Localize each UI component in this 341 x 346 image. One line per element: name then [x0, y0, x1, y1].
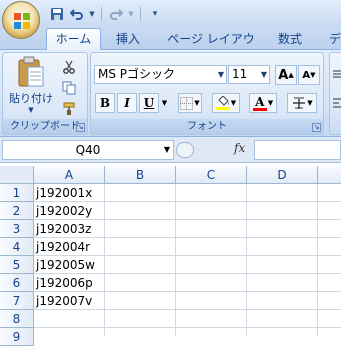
- font-group-label: フォント: [91, 119, 323, 134]
- bold-button[interactable]: B: [95, 93, 115, 113]
- cell-a7[interactable]: j192007v: [34, 292, 105, 310]
- spreadsheet-grid: A B C D 1 2 3 4 5 6 7 8 9 j192001x j1920…: [0, 166, 341, 346]
- name-box[interactable]: Q40 ▼: [2, 140, 174, 160]
- row-header[interactable]: 3: [0, 220, 34, 238]
- undo-icon[interactable]: [68, 5, 86, 23]
- alignment-group-partial: [329, 52, 341, 135]
- font-name-dropdown[interactable]: MS Pゴシック ▼: [94, 65, 227, 84]
- clipboard-dialog-launcher-icon[interactable]: ↘: [76, 123, 85, 132]
- font-dialog-launcher-icon[interactable]: ↘: [312, 123, 321, 132]
- ribbon: 貼り付け ▼ クリップボード ↘ MS Pゴシック ▼ 11 ▼ A ▲ A ▼…: [0, 50, 341, 137]
- row-header[interactable]: 2: [0, 202, 34, 220]
- row-header[interactable]: 9: [0, 328, 34, 346]
- insert-function-button[interactable]: fx: [234, 141, 245, 155]
- font-color-button[interactable]: A ▼: [249, 93, 277, 113]
- grow-font-button[interactable]: A ▲: [275, 65, 297, 85]
- chevron-down-icon: ▼: [260, 70, 267, 79]
- row-header[interactable]: 7: [0, 292, 34, 310]
- copy-icon[interactable]: [59, 78, 79, 98]
- column-header-c[interactable]: C: [176, 166, 247, 184]
- office-button[interactable]: [2, 1, 40, 39]
- chevron-down-icon: ▼: [217, 70, 224, 79]
- format-painter-icon[interactable]: [59, 99, 79, 119]
- chevron-down-icon: ▼: [163, 145, 170, 154]
- column-header-b[interactable]: B: [105, 166, 176, 184]
- borders-button[interactable]: ▼: [178, 93, 202, 113]
- select-all-corner[interactable]: [0, 166, 34, 184]
- font-color-swatch: [252, 107, 267, 111]
- tab-page-layout[interactable]: ページ レイアウト: [163, 29, 259, 67]
- paste-icon: [18, 56, 44, 87]
- quick-access-toolbar: ▼ ▼ ▾: [48, 4, 164, 24]
- formula-resize-handle[interactable]: [176, 142, 194, 158]
- align-top-icon[interactable]: [332, 65, 341, 85]
- row-header[interactable]: 5: [0, 256, 34, 274]
- qat-separator: [101, 7, 102, 21]
- cell-a1[interactable]: j192001x: [34, 184, 105, 202]
- font-size-dropdown[interactable]: 11 ▼: [228, 65, 270, 84]
- tab-formulas[interactable]: 数式: [270, 29, 310, 50]
- formula-controls: fx: [176, 140, 254, 160]
- cell-a6[interactable]: j192006p: [34, 274, 105, 292]
- undo-dropdown-icon[interactable]: ▼: [88, 5, 96, 23]
- title-bar: ▼ ▼ ▾: [0, 0, 341, 28]
- tab-insert[interactable]: 挿入: [108, 29, 148, 50]
- row-header[interactable]: 8: [0, 310, 34, 328]
- name-box-value: Q40: [75, 143, 101, 157]
- office-logo-icon: [14, 13, 30, 29]
- fill-color-swatch: [215, 107, 230, 110]
- formula-input[interactable]: [254, 140, 341, 160]
- phonetic-guide-icon: [293, 97, 306, 109]
- paste-dropdown-icon[interactable]: ▼: [28, 106, 33, 114]
- borders-icon: [180, 96, 194, 110]
- font-name-value: MS Pゴシック: [98, 67, 176, 81]
- paste-label: 貼り付け: [9, 92, 53, 105]
- underline-dropdown-icon[interactable]: ▼: [160, 93, 169, 113]
- column-header-a[interactable]: A: [34, 166, 105, 184]
- clipboard-group: 貼り付け ▼ クリップボード ↘: [2, 52, 88, 135]
- redo-dropdown-icon[interactable]: ▼: [127, 5, 135, 23]
- paint-bucket-icon: [218, 96, 229, 106]
- cell-a3[interactable]: j192003z: [34, 220, 105, 238]
- redo-icon[interactable]: [107, 5, 125, 23]
- row-header[interactable]: 4: [0, 238, 34, 256]
- font-color-letter: A: [255, 94, 265, 109]
- customize-qat-icon[interactable]: ▾: [146, 5, 164, 23]
- column-header-e[interactable]: [318, 166, 341, 184]
- tab-home[interactable]: ホーム: [46, 28, 101, 51]
- font-size-value: 11: [232, 67, 248, 81]
- formula-bar: Q40 ▼ fx: [0, 137, 341, 163]
- row-header[interactable]: 1: [0, 184, 34, 202]
- underline-button[interactable]: U: [139, 93, 159, 113]
- font-group: MS Pゴシック ▼ 11 ▼ A ▲ A ▼ B I U ▼ ▼ ▼ A ▼ …: [90, 52, 324, 135]
- cut-icon[interactable]: [59, 57, 79, 77]
- save-icon[interactable]: [48, 5, 66, 23]
- row-header[interactable]: 6: [0, 274, 34, 292]
- cell-a4[interactable]: j192004r: [34, 238, 105, 256]
- paste-button[interactable]: 貼り付け ▼: [7, 55, 55, 114]
- italic-button[interactable]: I: [117, 93, 137, 113]
- phonetic-guide-button[interactable]: ▼: [287, 93, 317, 113]
- ribbon-tabs: ホーム 挿入 ページ レイアウト 数式 デ: [0, 28, 341, 67]
- cell-a5[interactable]: j192005w: [34, 256, 105, 274]
- align-left-icon[interactable]: [332, 93, 341, 113]
- shrink-font-button[interactable]: A ▼: [298, 65, 320, 85]
- clipboard-group-label: クリップボード: [3, 119, 87, 134]
- column-header-d[interactable]: D: [247, 166, 318, 184]
- qat-separator: [140, 7, 141, 21]
- fill-color-button[interactable]: ▼: [212, 93, 240, 113]
- cell-a2[interactable]: j192002y: [34, 202, 105, 220]
- tab-data[interactable]: デ: [325, 29, 341, 50]
